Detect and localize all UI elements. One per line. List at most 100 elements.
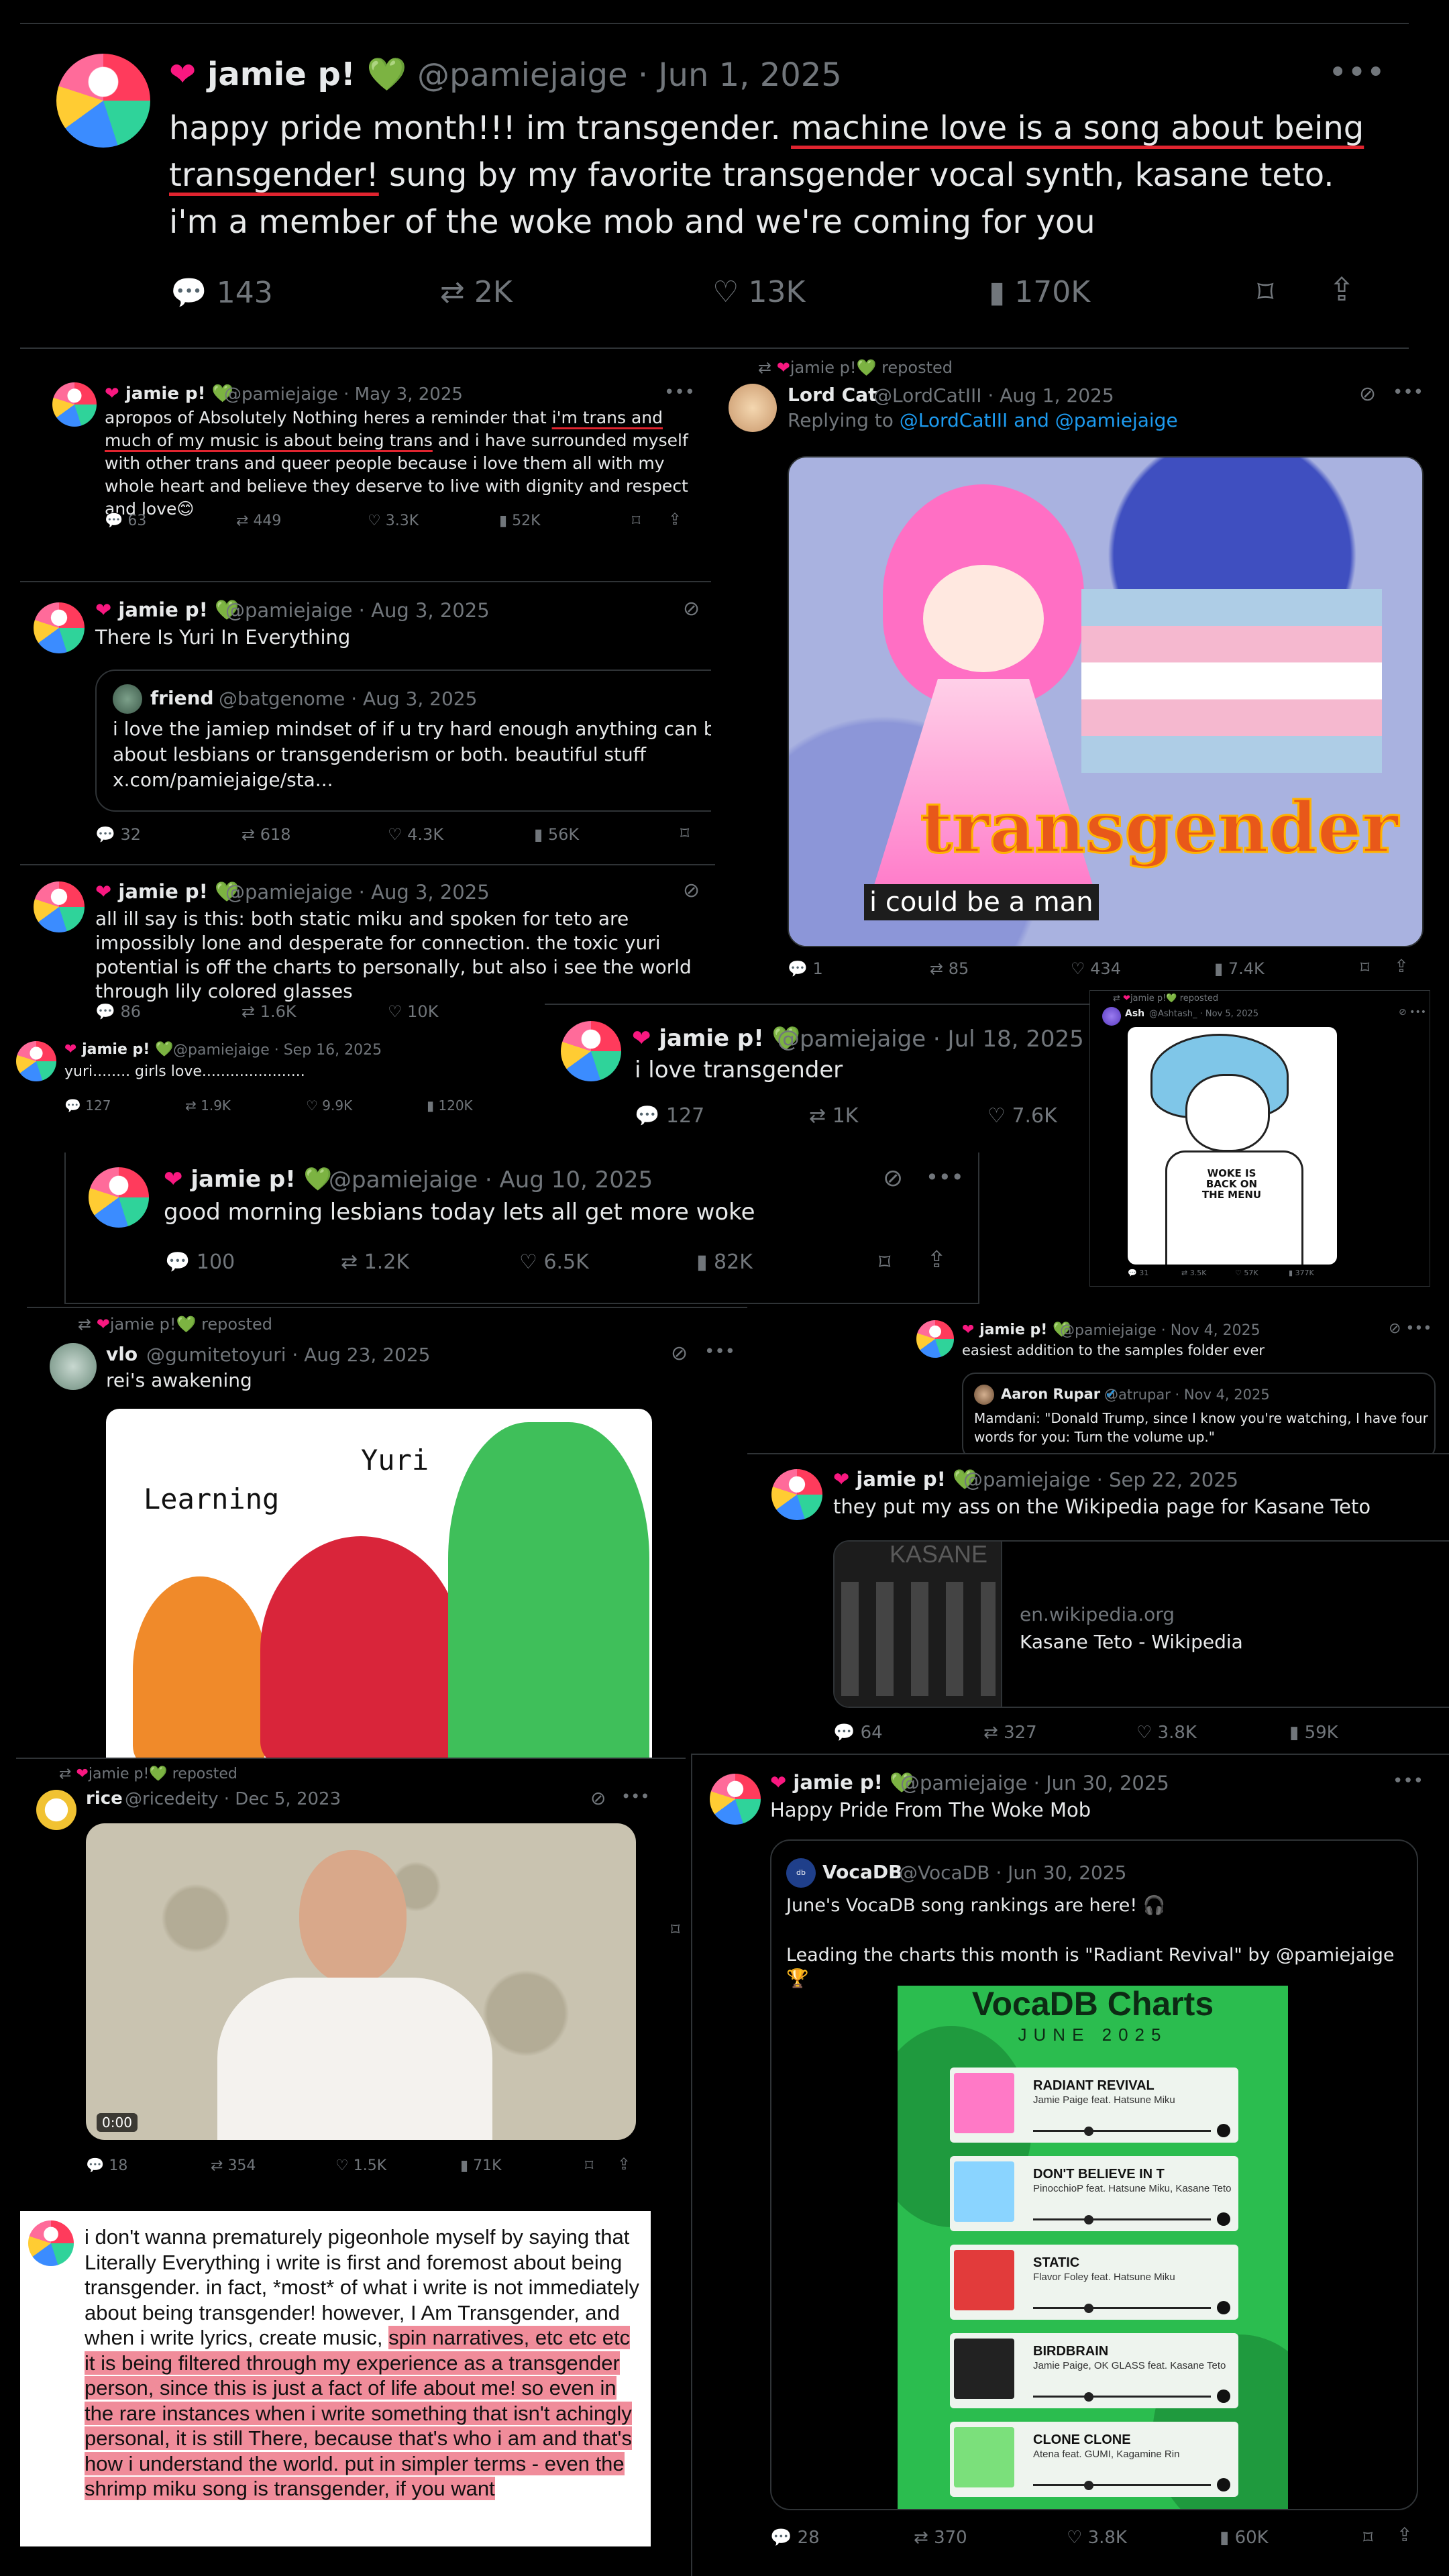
display-name[interactable]: Ash: [1125, 1008, 1144, 1019]
bookmark-icon[interactable]: ⌑: [1360, 958, 1369, 978]
handle[interactable]: @pamiejaige · Aug 10, 2025: [329, 1167, 653, 1193]
repost-button[interactable]: ⇄ 1K: [809, 1104, 858, 1128]
avatar[interactable]: [729, 384, 777, 432]
quote-tweet[interactable]: db VocaDB @VocaDB · Jun 30, 2025 June's …: [770, 1839, 1418, 2510]
handle[interactable]: @pamiejaige · Aug 3, 2025: [225, 599, 490, 622]
reply-button[interactable]: 💬 127: [635, 1104, 704, 1128]
handle[interactable]: @pamiejaige · May 3, 2025: [224, 384, 463, 405]
tweet-i-love-transgender[interactable]: ❤ jamie p! 💚 @pamiejaige · Jul 18, 2025 …: [545, 1004, 1089, 1138]
share-icon[interactable]: ⇪: [1394, 957, 1409, 977]
media-image[interactable]: WOKE IS BACK ON THE MENU: [1128, 1027, 1337, 1265]
more-icon[interactable]: •••: [1393, 1771, 1424, 1791]
bookmark-icon[interactable]: ⌑: [632, 511, 640, 530]
views-button[interactable]: ▮ 52K: [499, 513, 541, 529]
repost-button[interactable]: ⇄ 354: [211, 2157, 256, 2174]
like-button[interactable]: ♡ 434: [1071, 959, 1121, 978]
reply-button[interactable]: 💬 86: [95, 1002, 141, 1021]
display-name[interactable]: ❤ jamie p! 💚: [95, 880, 239, 904]
repost-button[interactable]: ⇄ 1.9K: [185, 1097, 231, 1114]
tweet-lordcat[interactable]: ⇄ ❤jamie p!💚 reposted Lord Cat @LordCatI…: [715, 354, 1449, 991]
display-name[interactable]: ❤ jamie p! 💚: [95, 598, 239, 622]
handle[interactable]: @pamiejaige · Nov 4, 2025: [1060, 1322, 1260, 1339]
more-icon[interactable]: •••: [621, 1787, 649, 1806]
avatar[interactable]: [771, 1469, 822, 1520]
tweet-ash-woke-menu[interactable]: ⇄ ❤jamie p!💚 reposted Ash @Ashtash_ · No…: [1089, 990, 1430, 1287]
quote-tweet[interactable]: Aaron Rupar ✔ @atrupar · Nov 4, 2025 Mam…: [962, 1373, 1436, 1456]
tweet-may3[interactable]: ❤ jamie p! 💚 @pamiejaige · May 3, 2025 •…: [24, 362, 715, 550]
views-button[interactable]: ▮ 56K: [534, 825, 579, 844]
display-name[interactable]: ❤ jamie p! 💚: [833, 1468, 977, 1491]
like-button[interactable]: ♡ 1.5K: [335, 2157, 386, 2174]
repost-button[interactable]: ⇄ 1.6K: [241, 1002, 297, 1021]
avatar[interactable]: [50, 1343, 97, 1390]
like-button[interactable]: ♡ 9.9K: [306, 1097, 352, 1114]
display-name[interactable]: ❤ jamie p! 💚: [164, 1166, 332, 1193]
handle[interactable]: @LordCatIII · Aug 1, 2025: [873, 384, 1114, 407]
repost-button[interactable]: ⇄ 370: [914, 2528, 967, 2548]
like-button[interactable]: ♡ 6.5K: [519, 1250, 589, 1274]
display-name[interactable]: ❤ jamie p! 💚: [962, 1322, 1071, 1338]
quote-tweet[interactable]: friend @batgenome · Aug 3, 2025 i love t…: [95, 669, 711, 812]
display-name[interactable]: vlo: [106, 1343, 138, 1365]
like-button[interactable]: ♡ 4.3K: [388, 825, 443, 844]
tweet-good-morning[interactable]: ❤ jamie p! 💚 @pamiejaige · Aug 10, 2025 …: [64, 1152, 979, 1304]
repost-button[interactable]: ⇄ 449: [236, 513, 281, 529]
display-name[interactable]: ❤ jamie p! 💚: [105, 384, 233, 404]
reply-button[interactable]: 💬 143: [170, 275, 273, 310]
avatar[interactable]: [1102, 1007, 1121, 1026]
like-button[interactable]: ♡ 3.8K: [1067, 2528, 1127, 2548]
media-image[interactable]: Learning Yuri: [106, 1409, 652, 1763]
views-button[interactable]: ▮ 120K: [427, 1097, 473, 1114]
handle[interactable]: @pamiejaige · Jul 18, 2025: [777, 1026, 1084, 1053]
reply-button[interactable]: 💬 64: [833, 1723, 883, 1743]
like-button[interactable]: ♡ 10K: [388, 1002, 438, 1021]
tweet-samples-folder[interactable]: ❤ jamie p! 💚 @pamiejaige · Nov 4, 2025 ⊘…: [907, 1308, 1449, 1456]
avatar[interactable]: [36, 1790, 76, 1830]
repost-button[interactable]: ⇄ 85: [930, 959, 969, 978]
video-player[interactable]: 0:00: [86, 1823, 636, 2140]
avatar[interactable]: [52, 382, 97, 427]
tweet-wikipedia[interactable]: ❤ jamie p! 💚 @pamiejaige · Sep 22, 2025 …: [747, 1453, 1449, 1758]
grok-icon[interactable]: ⊘: [590, 1787, 606, 1809]
media-image[interactable]: transgender i could be a man: [788, 456, 1424, 947]
share-icon[interactable]: ⇪: [668, 510, 682, 529]
avatar[interactable]: [710, 1774, 761, 1825]
handle[interactable]: @pamiejaige · Sep 16, 2025: [173, 1042, 382, 1059]
reply-button[interactable]: 💬 63: [105, 513, 146, 529]
display-name[interactable]: ❤ jamie p! 💚: [632, 1025, 800, 1052]
views-button[interactable]: ▮ 7.4K: [1214, 959, 1265, 978]
display-name[interactable]: rice: [86, 1788, 123, 1809]
bookmark-icon[interactable]: ⌑: [879, 1249, 890, 1276]
bookmark-icon[interactable]: ⌑: [680, 824, 689, 844]
grok-icon[interactable]: ⊘: [1359, 382, 1376, 406]
more-icon[interactable]: •••: [1393, 382, 1424, 402]
views-button[interactable]: ▮ 82K: [696, 1250, 753, 1274]
more-icon[interactable]: •••: [926, 1165, 964, 1190]
like-button[interactable]: ♡ 57K: [1235, 1269, 1258, 1277]
avatar[interactable]: [34, 602, 85, 653]
more-icon[interactable]: •••: [664, 382, 695, 402]
display-name[interactable]: Lord Cat: [788, 384, 877, 406]
handle[interactable]: @pamiejaige · Aug 3, 2025: [225, 881, 490, 904]
repost-button[interactable]: ⇄ 3.5K: [1181, 1269, 1206, 1277]
views-button[interactable]: ▮ 71K: [460, 2157, 502, 2174]
more-icon[interactable]: ⊘ •••: [1389, 1320, 1432, 1337]
bookmark-icon[interactable]: ⌑: [1257, 274, 1274, 311]
grok-icon[interactable]: ⊘: [683, 597, 700, 621]
display-name[interactable]: ❤ jamie p! 💚: [770, 1771, 914, 1794]
handle[interactable]: @ricedeity · Dec 5, 2023: [125, 1789, 341, 1809]
reply-button[interactable]: 💬 127: [64, 1097, 111, 1114]
share-icon[interactable]: ⇪: [1397, 2524, 1412, 2546]
like-button[interactable]: ♡ 7.6K: [987, 1104, 1057, 1128]
repost-button[interactable]: ⇄ 1.2K: [341, 1250, 409, 1274]
more-icon[interactable]: •••: [704, 1342, 735, 1362]
avatar[interactable]: [561, 1021, 621, 1081]
grok-icon[interactable]: ⊘: [683, 879, 700, 902]
more-icon[interactable]: ⊘ •••: [1399, 1007, 1426, 1018]
views-button[interactable]: ▮ 59K: [1289, 1723, 1338, 1743]
views-button[interactable]: ▮ 170K: [989, 275, 1090, 309]
grok-icon[interactable]: ⊘: [883, 1165, 903, 1192]
display-name[interactable]: ❤ jamie p! 💚: [64, 1041, 173, 1058]
like-button[interactable]: ♡ 13K: [712, 275, 805, 309]
tweet-pride-vocadb[interactable]: ❤ jamie p! 💚 @pamiejaige · Jun 30, 2025 …: [691, 1754, 1449, 2576]
